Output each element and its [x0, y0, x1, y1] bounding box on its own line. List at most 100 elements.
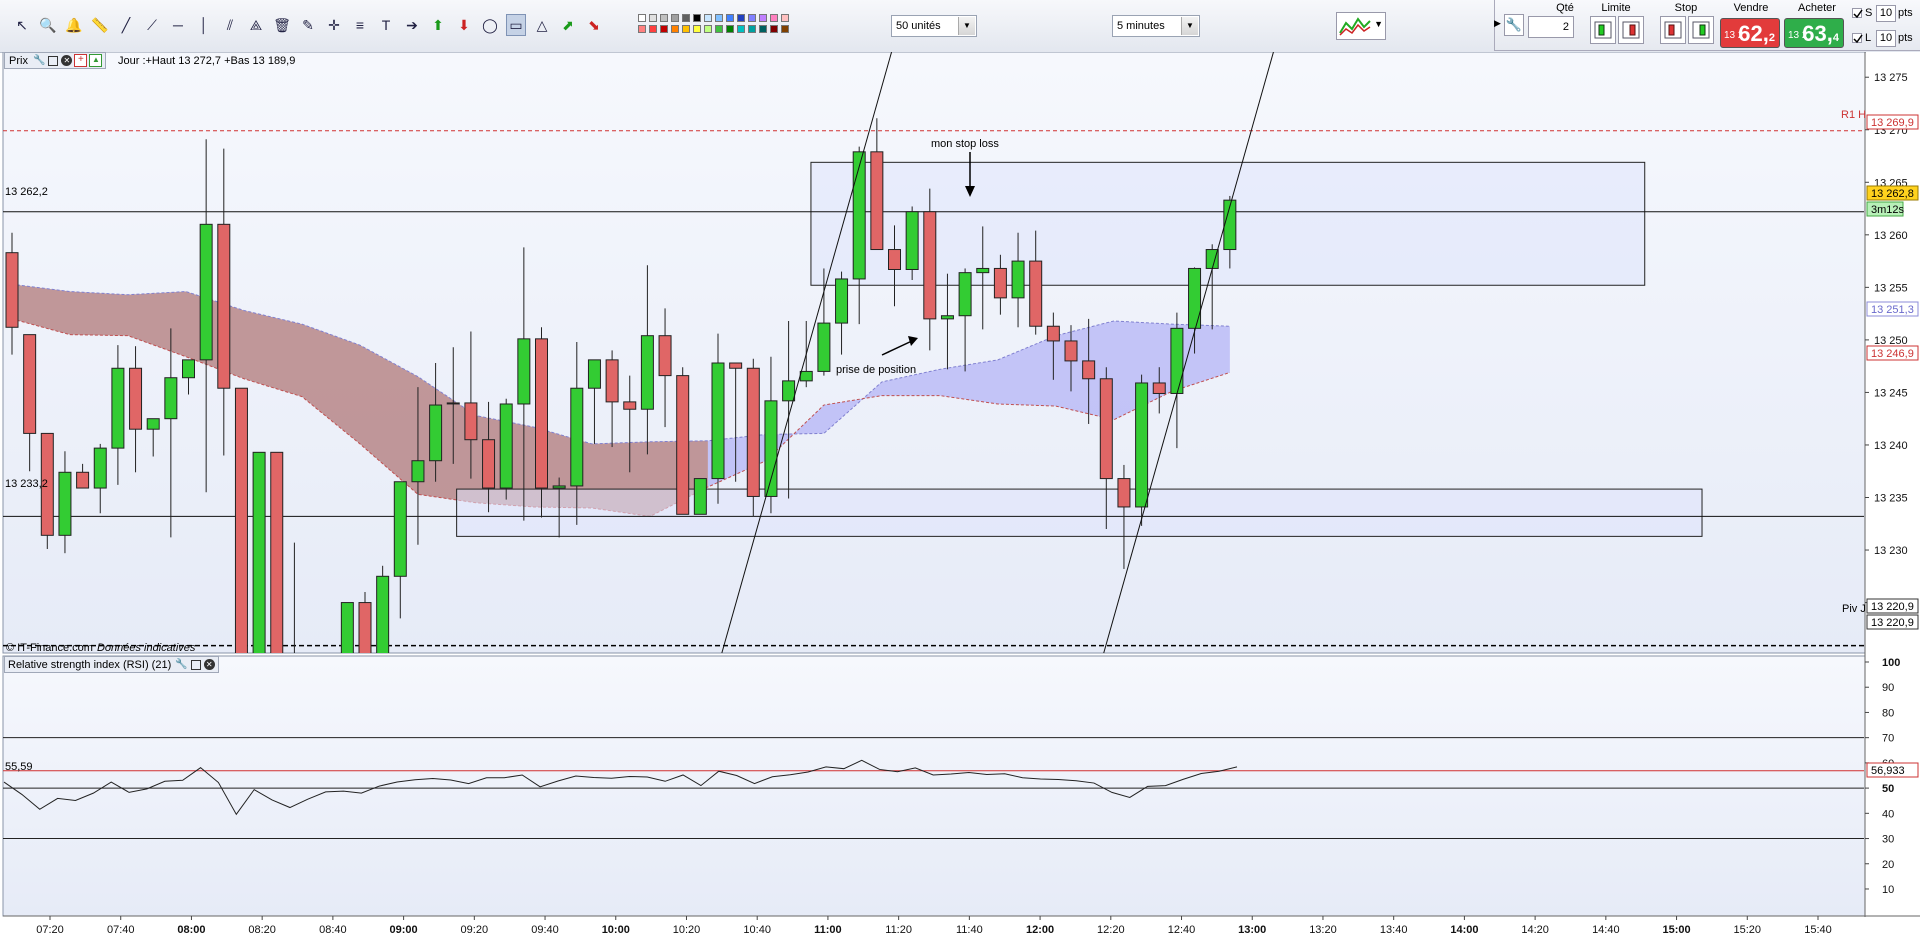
- color-swatch[interactable]: [693, 14, 701, 22]
- candle-body: [693, 478, 707, 515]
- color-swatch[interactable]: [759, 14, 767, 22]
- move-up-icon[interactable]: ▲: [89, 54, 103, 67]
- color-swatch[interactable]: [649, 14, 657, 22]
- color-swatch[interactable]: [704, 14, 712, 22]
- limit-sell-button[interactable]: [1618, 16, 1644, 44]
- qty-input[interactable]: 2: [1528, 16, 1574, 38]
- l-pts-input[interactable]: 10: [1876, 30, 1896, 47]
- color-swatch[interactable]: [693, 25, 701, 33]
- color-swatch[interactable]: [726, 14, 734, 22]
- x-tick-label: 15:20: [1734, 924, 1762, 936]
- channel-icon[interactable]: ⫽: [220, 14, 240, 36]
- wrench-icon[interactable]: 🔧: [174, 659, 188, 670]
- ray-line-icon[interactable]: ⟋: [142, 14, 162, 36]
- color-swatch[interactable]: [770, 25, 778, 33]
- y-tick-label: 13 275: [1874, 72, 1908, 84]
- candle-body: [182, 359, 195, 379]
- color-swatch[interactable]: [638, 25, 646, 33]
- s-pts-input[interactable]: 10: [1876, 5, 1896, 22]
- stop-loss-annotation: mon stop loss: [931, 138, 999, 150]
- stop-label: Stop: [1674, 2, 1698, 14]
- color-swatch[interactable]: [726, 25, 734, 33]
- candle-body: [923, 211, 937, 320]
- color-swatch[interactable]: [715, 25, 723, 33]
- color-swatch[interactable]: [770, 14, 778, 22]
- color-swatch[interactable]: [671, 25, 679, 33]
- candle-body: [764, 400, 778, 497]
- close-icon[interactable]: ✕: [203, 659, 215, 670]
- pointer-icon[interactable]: ↖: [12, 14, 32, 36]
- y-tick-label: 13 245: [1874, 387, 1908, 399]
- horizontal-line-icon[interactable]: ─: [168, 14, 188, 36]
- candle-body: [905, 211, 919, 270]
- color-swatch[interactable]: [660, 25, 668, 33]
- interval-select[interactable]: 5 minutes ▼: [1112, 15, 1200, 37]
- vertical-line-icon[interactable]: │: [194, 14, 214, 36]
- collapse-arrow-icon[interactable]: ▶: [1494, 18, 1501, 29]
- candle-body: [623, 401, 637, 410]
- candle-body: [270, 451, 284, 653]
- rsi-tick-label: 50: [1882, 783, 1894, 795]
- down-arrow-icon[interactable]: ⬇: [454, 14, 474, 36]
- cross-cursor-icon[interactable]: ✛: [324, 14, 344, 36]
- color-swatch[interactable]: [781, 25, 789, 33]
- trendline-icon[interactable]: ╱: [116, 14, 136, 36]
- maximize-icon[interactable]: [48, 55, 59, 66]
- settings-wrench-icon[interactable]: 🔧: [1504, 14, 1524, 36]
- limit-buy-button[interactable]: [1590, 16, 1616, 44]
- color-swatch[interactable]: [671, 14, 679, 22]
- color-swatch[interactable]: [748, 14, 756, 22]
- triangle-icon[interactable]: △: [532, 14, 552, 36]
- color-swatch[interactable]: [781, 14, 789, 22]
- candle-body: [888, 249, 901, 270]
- wrench-icon[interactable]: 🔧: [32, 55, 46, 66]
- ruler-icon[interactable]: 📏: [90, 14, 110, 36]
- down-trend-icon[interactable]: ⬊: [584, 14, 604, 36]
- price-chart[interactable]: 13 27513 27013 26513 26013 25513 25013 2…: [0, 51, 1920, 943]
- rsi-tick-label: 80: [1882, 707, 1894, 719]
- buy-label: Acheter: [1798, 2, 1836, 14]
- candle-body: [1135, 382, 1149, 508]
- trash-icon[interactable]: 🗑: [272, 14, 292, 36]
- alert-bell-icon[interactable]: 🔔: [64, 14, 84, 36]
- text-tool-icon[interactable]: T: [376, 14, 396, 36]
- disclaimer-text: Données indicatives: [97, 642, 196, 654]
- units-select[interactable]: 50 unités ▼: [891, 15, 977, 37]
- chart-type-button[interactable]: ▼: [1336, 12, 1386, 40]
- rsi-panel-header: Relative strength index (RSI) (21) 🔧 ✕: [4, 656, 219, 673]
- stop-buy-button[interactable]: [1660, 16, 1686, 44]
- s-checkbox[interactable]: [1852, 8, 1863, 19]
- tag-pivot-1-text: 13 220,9: [1871, 601, 1914, 613]
- up-trend-icon[interactable]: ⬈: [558, 14, 578, 36]
- l-checkbox[interactable]: [1852, 33, 1863, 44]
- sell-button[interactable]: 13 2 62,2: [1720, 18, 1780, 48]
- color-swatch[interactable]: [638, 14, 646, 22]
- color-swatch[interactable]: [682, 14, 690, 22]
- candle-body: [817, 322, 831, 372]
- buy-price-small: 4: [1832, 32, 1839, 44]
- color-swatch[interactable]: [737, 25, 745, 33]
- stop-sell-button[interactable]: [1688, 16, 1714, 44]
- color-swatch[interactable]: [737, 14, 745, 22]
- fibonacci-icon[interactable]: ≡: [350, 14, 370, 36]
- color-swatch[interactable]: [682, 25, 690, 33]
- close-icon[interactable]: ✕: [61, 55, 73, 66]
- color-swatch[interactable]: [715, 14, 723, 22]
- ellipse-icon[interactable]: ◯: [480, 14, 500, 36]
- fan-icon[interactable]: ⟁: [246, 14, 266, 36]
- color-swatch[interactable]: [649, 25, 657, 33]
- color-swatch[interactable]: [704, 25, 712, 33]
- color-swatch[interactable]: [759, 25, 767, 33]
- add-icon[interactable]: +: [74, 54, 88, 67]
- rectangle-icon[interactable]: ▭: [506, 14, 526, 36]
- arrow-icon[interactable]: ➔: [402, 14, 422, 36]
- maximize-icon[interactable]: [190, 659, 201, 670]
- up-arrow-icon[interactable]: ⬆: [428, 14, 448, 36]
- sell-price: 62,2: [1738, 21, 1775, 47]
- color-swatch[interactable]: [660, 14, 668, 22]
- buy-button[interactable]: 13 2 63,4: [1784, 18, 1844, 48]
- magic-icon[interactable]: ✎: [298, 14, 318, 36]
- color-swatch[interactable]: [748, 25, 756, 33]
- color-palette[interactable]: [638, 14, 790, 38]
- zoom-icon[interactable]: 🔍: [38, 14, 58, 36]
